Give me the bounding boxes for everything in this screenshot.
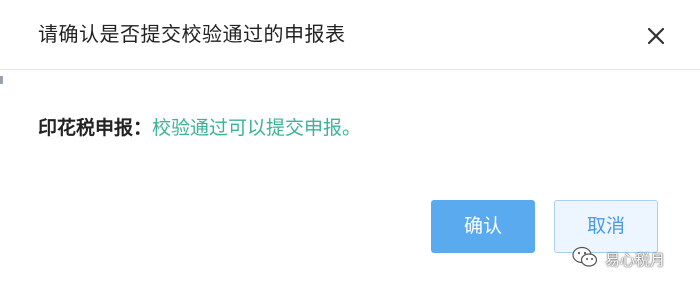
confirm-dialog: 请确认是否提交校验通过的申报表 印花税申报：校验通过可以提交申报。 确认 取消 … (0, 0, 700, 291)
watermark: 易心税月 (571, 245, 665, 273)
dialog-header: 请确认是否提交校验通过的申报表 (0, 0, 700, 70)
confirm-button[interactable]: 确认 (431, 200, 535, 253)
wechat-icon (571, 245, 599, 273)
dialog-message-row: 印花税申报：校验通过可以提交申报。 (38, 113, 361, 143)
dialog-title: 请确认是否提交校验通过的申报表 (38, 22, 346, 46)
background-edge (0, 76, 3, 84)
watermark-text: 易心税月 (605, 250, 666, 269)
tax-type-label: 印花税申报： (38, 117, 153, 139)
validation-message: 校验通过可以提交申报。 (152, 117, 362, 139)
close-icon[interactable] (640, 20, 672, 52)
